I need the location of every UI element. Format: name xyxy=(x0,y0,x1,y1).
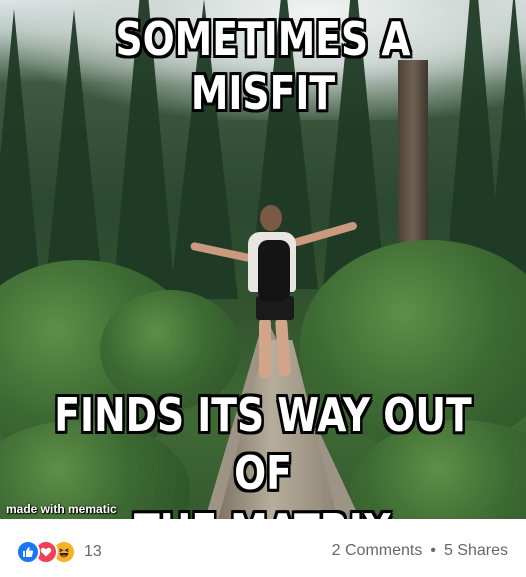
arm-right xyxy=(292,221,358,247)
leg-left xyxy=(259,318,271,378)
hiker xyxy=(180,200,360,400)
post: SOMETIMES A MISFIT FINDS ITS WAY OUT OF … xyxy=(0,0,526,577)
leg-right xyxy=(274,317,292,377)
arm-left xyxy=(189,241,253,263)
watermark: made with mematic xyxy=(6,502,117,516)
reactions-summary[interactable]: 13 xyxy=(16,540,102,564)
meme-image[interactable]: SOMETIMES A MISFIT FINDS ITS WAY OUT OF … xyxy=(0,0,526,519)
meme-bottom-text: FINDS ITS WAY OUT OF THE MATRIX xyxy=(47,386,478,519)
comments-link[interactable]: 2 Comments xyxy=(332,542,423,560)
post-footer: 13 2 Comments • 5 Shares xyxy=(0,519,526,577)
meme-top-text: SOMETIMES A MISFIT xyxy=(115,12,411,120)
reaction-count: 13 xyxy=(84,543,102,560)
meme-bottom-line-1: FINDS ITS WAY OUT OF xyxy=(54,388,472,500)
head xyxy=(260,205,282,231)
shares-link[interactable]: 5 Shares xyxy=(444,542,508,560)
engagement-stats: 2 Comments • 5 Shares xyxy=(332,542,508,560)
like-icon xyxy=(16,540,40,564)
backpack xyxy=(258,240,290,302)
separator-dot: • xyxy=(430,542,436,559)
